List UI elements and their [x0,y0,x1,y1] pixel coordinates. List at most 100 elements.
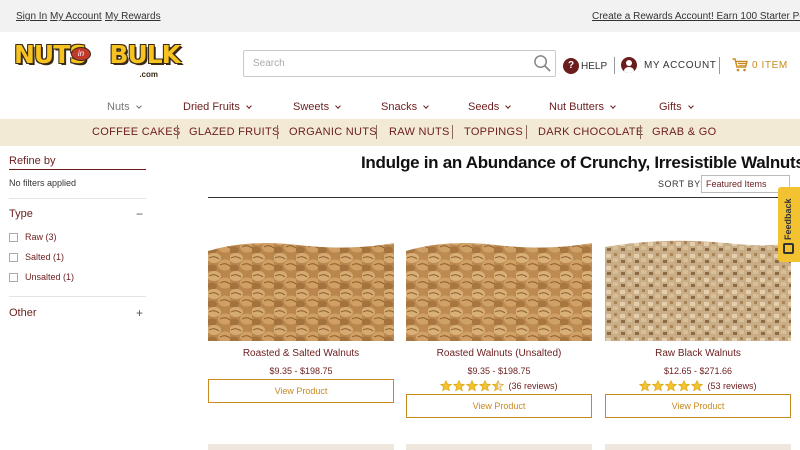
star-icon [440,380,453,392]
category-toppings[interactable]: TOPPINGS [464,126,523,138]
view-product-button[interactable]: View Product [208,379,394,403]
star-icon [479,380,492,392]
category-divider [177,125,178,139]
checkbox[interactable] [9,252,18,262]
no-filters-text: No filters applied [9,178,77,188]
category-divider [526,125,527,139]
category-coffee-cakes[interactable]: COFFEE CAKES [92,126,181,138]
chevron-down-icon [505,102,512,109]
nav-item-nuts[interactable]: Nuts [107,101,142,113]
search-bar [243,50,556,77]
filter-option-salted[interactable]: Salted (1) [9,252,64,262]
nav-item-dried-fruits[interactable]: Dried Fruits [183,101,252,113]
refine-by-heading: Refine by [9,155,146,170]
my-rewards-link[interactable]: My Rewards [105,11,161,22]
feedback-tab[interactable]: Feedback [778,187,800,262]
chevron-down-icon [423,102,429,109]
black-walnut-pieces-image [605,217,791,341]
star-icon [453,380,466,392]
review-count[interactable]: (36 reviews) [508,381,557,391]
header-divider [614,57,615,74]
category-divider [640,125,641,139]
star-icon [466,380,479,392]
product-name[interactable]: Raw Black Walnuts [605,348,791,359]
filter-option-raw[interactable]: Raw (3) [9,232,57,242]
product-price: $9.35 - $198.75 [269,366,333,376]
cart-button[interactable]: 0 ITEM [732,56,788,74]
rating-stars [639,380,704,392]
facet-type-title[interactable]: Type [9,208,33,220]
product-card: Roasted & Salted Walnuts $9.35 - $198.75… [208,217,394,422]
my-account-label: MY ACCOUNT [644,59,717,71]
main-nav: Nuts Dried Fruits Sweets Snacks Seeds Nu… [0,96,800,118]
nav-item-nut-butters[interactable]: Nut Butters [549,101,616,113]
checkbox[interactable] [9,272,18,282]
expand-icon[interactable]: + [136,306,143,320]
rewards-promo-link[interactable]: Create a Rewards Account! Earn 100 Start… [592,11,800,22]
review-count[interactable]: (53 reviews) [707,381,756,391]
rating-stars [440,380,505,392]
product-price: $12.65 - $271.66 [663,366,733,376]
walnut-pile-image [208,217,394,341]
view-product-button[interactable]: View Product [406,394,592,418]
product-image[interactable] [605,217,791,341]
view-product-button[interactable]: View Product [605,394,791,418]
chevron-down-icon [610,102,616,109]
nav-item-sweets[interactable]: Sweets [293,101,341,113]
page-title: Indulge in an Abundance of Crunchy, Irre… [361,153,800,172]
category-divider [452,125,453,139]
feedback-label: Feedback [783,198,793,240]
search-icon[interactable] [533,54,552,73]
user-icon [621,57,637,73]
sort-by-label: SORT BY: [658,179,704,189]
nav-item-gifts[interactable]: Gifts [659,101,694,113]
walnut-pile-image [406,217,592,341]
help-link[interactable]: ? HELP [563,57,607,75]
product-name[interactable]: Roasted & Salted Walnuts [208,348,394,359]
star-icon [492,380,505,392]
nav-item-snacks[interactable]: Snacks [381,101,429,113]
sign-in-link[interactable]: Sign In [16,11,47,22]
star-icon [652,380,665,392]
facet-other-title[interactable]: Other [9,307,37,319]
product-image[interactable] [208,217,394,341]
product-card-next-row [605,444,791,450]
nav-item-seeds[interactable]: Seeds [468,101,512,113]
sort-by-select[interactable]: Featured Items [701,175,790,193]
product-image[interactable] [406,217,592,341]
category-glazed-fruits[interactable]: GLAZED FRUITS [189,126,280,138]
checkbox[interactable] [9,232,18,242]
cart-count: 0 ITEM [752,59,788,71]
chevron-down-icon [335,102,341,109]
filter-option-unsalted[interactable]: Unsalted (1) [9,272,74,282]
header-divider [719,57,720,74]
my-account-button[interactable]: MY ACCOUNT [621,56,717,74]
category-bar: COFFEE CAKES GLAZED FRUITS ORGANIC NUTS … [0,119,800,146]
product-card: Raw Black Walnuts $12.65 - $271.66 (53 r… [605,217,791,422]
category-organic-nuts[interactable]: ORGANIC NUTS [289,126,377,138]
star-icon [691,380,704,392]
chat-icon [783,243,794,254]
star-icon [678,380,691,392]
category-divider [277,125,278,139]
star-icon [639,380,652,392]
collapse-icon[interactable]: − [136,207,143,221]
cart-icon [732,58,748,72]
sidebar-divider [9,198,146,199]
star-icon [665,380,678,392]
content-divider [208,197,798,198]
category-divider [376,125,377,139]
category-raw-nuts[interactable]: RAW NUTS [389,126,450,138]
chevron-down-icon [135,102,142,109]
product-price: $9.35 - $198.75 [467,366,531,376]
category-dark-chocolate[interactable]: DARK CHOCOLATE [538,126,643,138]
chevron-down-icon [246,102,252,109]
product-name[interactable]: Roasted Walnuts (Unsalted) [406,348,592,359]
help-label: HELP [581,60,608,72]
site-logo[interactable]: NUTS BULK in .com [14,40,181,80]
my-account-link[interactable]: My Account [50,11,102,22]
product-card: Roasted Walnuts (Unsalted) $9.35 - $198.… [406,217,592,422]
search-input[interactable] [244,51,524,76]
product-rating: (36 reviews) [406,380,592,392]
category-grab-and-go[interactable]: GRAB & GO [652,126,716,138]
